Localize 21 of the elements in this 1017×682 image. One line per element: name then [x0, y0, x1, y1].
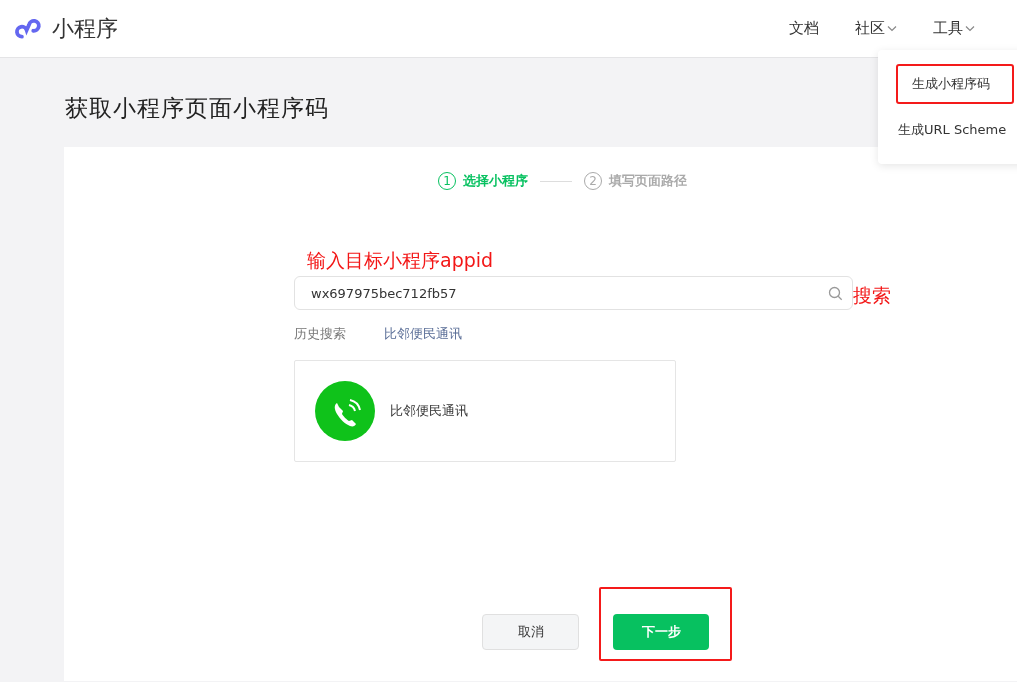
- page-title: 获取小程序页面小程序码: [64, 94, 329, 123]
- nav-link[interactable]: 文档: [789, 19, 819, 38]
- menu-item[interactable]: 生成URL Scheme: [878, 110, 1014, 150]
- caret-icon: [965, 24, 975, 33]
- search-field[interactable]: wx697975bec712fb57: [294, 276, 853, 310]
- caret-icon: [887, 24, 897, 33]
- menu-item[interactable]: 生成小程序码: [896, 64, 1014, 104]
- nav-link[interactable]: 工具: [933, 19, 975, 38]
- search-icon[interactable]: [828, 286, 843, 301]
- cancel-button[interactable]: 取消: [482, 614, 579, 650]
- nav-link[interactable]: 社区: [855, 19, 897, 38]
- step-label: 填写页面路径: [609, 172, 687, 190]
- annotation-text: 输入目标小程序appid: [307, 248, 494, 273]
- app-icon: [315, 381, 375, 441]
- app-name: 比邻便民通讯: [390, 402, 468, 420]
- logo-text: 小程序: [52, 14, 118, 43]
- history-label: 历史搜索: [294, 326, 346, 343]
- step-label: 选择小程序: [463, 172, 528, 190]
- history-link[interactable]: 比邻便民通讯: [384, 326, 462, 343]
- result-card[interactable]: 比邻便民通讯: [294, 360, 676, 462]
- annotation-text: 搜索: [853, 283, 891, 308]
